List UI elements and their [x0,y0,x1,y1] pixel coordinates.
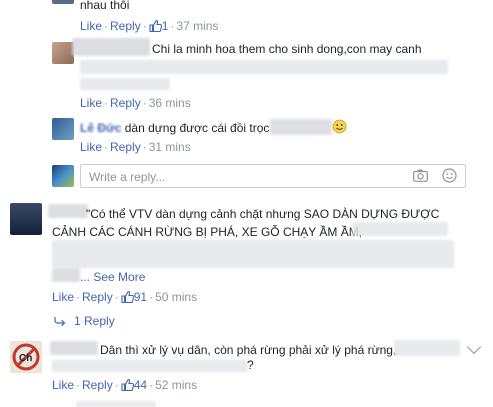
like-count[interactable]: 91 [134,290,147,304]
like-link[interactable]: Like [80,19,102,33]
blurred-text [270,119,332,135]
blurred-text [52,240,454,268]
thumbs-up-icon [121,291,134,303]
thumbs-up-icon [149,20,162,32]
reply-link[interactable]: Reply [110,19,141,33]
blurred-text [80,78,170,90]
comment-text: Lê Đức dàn dựng được cái đồi trọc [80,121,269,135]
timestamp[interactable]: 37 mins [176,19,218,33]
view-replies-link[interactable]: 1 Reply [54,314,115,328]
emoji-icon[interactable] [442,168,457,183]
reply-link[interactable]: Reply [110,96,141,110]
blurred-text [80,60,448,74]
like-link[interactable]: Like [52,290,74,304]
blurred-text [52,268,80,282]
like-count[interactable]: 44 [134,378,147,392]
comment-actions: Like · Reply · 91 · 50 mins [52,290,198,304]
comment-text-line: Dân thì xử lý vụ dân, còn phá rừng phải … [100,343,397,357]
blurred-text [76,401,156,407]
reply-input[interactable] [87,168,381,186]
camera-icon[interactable] [413,169,428,182]
svg-text:Ch: Ch [19,353,32,364]
reply-link[interactable]: Reply [110,140,141,154]
reply-link[interactable]: Reply [82,290,113,304]
comment-text: nhau thôi [80,0,130,12]
like-link[interactable]: Like [80,140,102,154]
current-user-avatar [52,165,74,187]
commenter-name[interactable]: Lê Đức [80,121,121,135]
comment-text: Chi la minh hoa them cho sinh dong,con m… [152,42,422,56]
comment-text-line: CẢNH CÁC CÁNH RỪNG BỊ PHÁ, XE GỖ CHẠY ẦM… [52,225,363,239]
reply-link[interactable]: Reply [82,378,113,392]
timestamp[interactable]: 36 mins [149,96,191,110]
see-more-link[interactable]: ... See More [80,270,145,284]
like-link[interactable]: Like [80,96,102,110]
comment-actions: Like · Reply · 44 · 52 mins [52,378,198,392]
blurred-text [52,360,248,372]
comment-text-line: ? [247,358,254,372]
timestamp[interactable]: 50 mins [155,290,197,304]
reply-composer[interactable] [80,164,466,188]
blurred-name [50,341,98,355]
blurred-name [48,204,88,218]
comment-actions: Like · Reply · 36 mins [80,96,191,110]
timestamp[interactable]: 31 mins [149,140,191,154]
timestamp[interactable]: 52 mins [155,378,197,392]
avatar[interactable] [52,118,74,140]
reply-arrow-icon [54,317,66,327]
blurred-text [394,340,460,356]
reply-text: dàn dựng được cái đồi trọc [124,121,270,135]
avatar[interactable] [52,0,74,4]
blurred-name [72,38,150,56]
comment-options-chevron-icon[interactable] [466,339,482,355]
smiley-emoji-icon [332,119,347,134]
avatar-image: Ch [12,343,40,371]
comment-actions: Like · Reply · 31 mins [80,140,191,154]
avatar[interactable] [10,203,42,235]
thumbs-up-icon [121,379,134,391]
comment-actions: Like · Reply · 1 · 37 mins [80,19,219,33]
like-link[interactable]: Like [52,378,74,392]
avatar[interactable] [52,42,74,64]
comment-text-line: "Có thể VTV dàn dựng cảnh chặt nhưng SAO… [86,207,440,221]
avatar[interactable]: Ch [10,341,42,373]
blurred-text [352,222,448,236]
